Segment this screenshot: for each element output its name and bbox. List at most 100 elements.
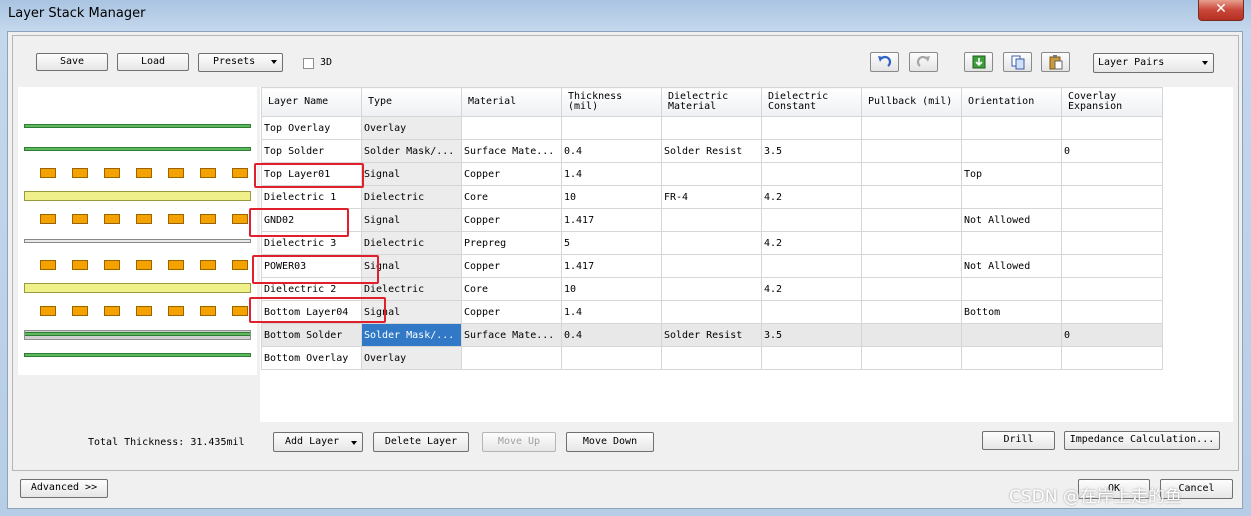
undo-button[interactable] xyxy=(870,52,899,72)
table-cell[interactable] xyxy=(861,346,962,370)
table-cell[interactable]: Bottom Overlay xyxy=(261,346,362,370)
table-cell[interactable] xyxy=(1061,162,1163,186)
table-cell[interactable]: Dielectric xyxy=(361,185,462,209)
import-layers-button[interactable] xyxy=(964,52,993,72)
column-header[interactable]: Dielectric Constant xyxy=(761,87,862,117)
table-cell[interactable]: 4.2 xyxy=(761,185,862,209)
advanced-button[interactable]: Advanced >> xyxy=(20,479,108,498)
table-cell[interactable]: 4.2 xyxy=(761,277,862,301)
table-row[interactable]: Bottom Overlay Overlay xyxy=(261,346,1163,370)
table-cell[interactable]: 1.4 xyxy=(561,300,662,324)
table-cell[interactable] xyxy=(661,346,762,370)
table-cell[interactable] xyxy=(661,300,762,324)
table-cell[interactable] xyxy=(661,231,762,255)
column-header[interactable]: Thickness (mil) xyxy=(561,87,662,117)
table-row[interactable]: Dielectric 3 Dielectric Prepreg 5 4.2 xyxy=(261,231,1163,255)
table-cell[interactable] xyxy=(961,231,1062,255)
column-header[interactable]: Type xyxy=(361,87,462,117)
table-cell[interactable]: Overlay xyxy=(361,116,462,140)
table-row[interactable]: Top Layer01 Signal Copper 1.4 Top xyxy=(261,162,1163,186)
table-cell[interactable]: 0.4 xyxy=(561,139,662,163)
table-cell[interactable]: 10 xyxy=(561,185,662,209)
table-cell[interactable]: 3.5 xyxy=(761,323,862,347)
3d-checkbox[interactable] xyxy=(303,58,314,69)
table-cell[interactable]: 3.5 xyxy=(761,139,862,163)
table-cell[interactable] xyxy=(661,162,762,186)
table-row[interactable]: Top Overlay Overlay xyxy=(261,116,1163,140)
table-cell[interactable]: Core xyxy=(461,185,562,209)
table-cell[interactable] xyxy=(861,185,962,209)
table-cell[interactable] xyxy=(1061,208,1163,232)
column-header[interactable]: Coverlay Expansion xyxy=(1061,87,1163,117)
table-cell[interactable] xyxy=(661,116,762,140)
table-cell[interactable]: Bottom xyxy=(961,300,1062,324)
delete-layer-button[interactable]: Delete Layer xyxy=(373,432,469,452)
table-cell[interactable]: Top Overlay xyxy=(261,116,362,140)
impedance-calculation-button[interactable]: Impedance Calculation... xyxy=(1064,431,1220,450)
table-cell[interactable] xyxy=(561,116,662,140)
table-cell[interactable]: Top Solder xyxy=(261,139,362,163)
table-cell[interactable]: Dielectric 1 xyxy=(261,185,362,209)
table-row[interactable]: Dielectric 2 Dielectric Core 10 4.2 xyxy=(261,277,1163,301)
table-cell[interactable] xyxy=(1061,231,1163,255)
table-cell[interactable] xyxy=(861,254,962,278)
table-cell[interactable] xyxy=(861,162,962,186)
table-cell[interactable] xyxy=(761,116,862,140)
table-cell[interactable]: 0.4 xyxy=(561,323,662,347)
table-cell[interactable]: 1.4 xyxy=(561,162,662,186)
table-cell[interactable] xyxy=(1061,116,1163,140)
table-cell[interactable] xyxy=(661,208,762,232)
table-cell[interactable]: 5 xyxy=(561,231,662,255)
table-cell[interactable]: Not Allowed xyxy=(961,208,1062,232)
table-row[interactable]: POWER03 Signal Copper 1.417 Not Allowed xyxy=(261,254,1163,278)
table-cell[interactable]: Overlay xyxy=(361,346,462,370)
table-row[interactable]: Bottom Layer04 Signal Copper 1.4 Bottom xyxy=(261,300,1163,324)
column-header[interactable]: Pullback (mil) xyxy=(861,87,962,117)
table-cell[interactable] xyxy=(861,277,962,301)
table-row[interactable]: GND02 Signal Copper 1.417 Not Allowed xyxy=(261,208,1163,232)
table-cell[interactable]: 1.417 xyxy=(561,254,662,278)
table-cell[interactable] xyxy=(861,208,962,232)
table-cell[interactable]: Top xyxy=(961,162,1062,186)
table-cell[interactable] xyxy=(1061,300,1163,324)
column-header[interactable]: Orientation xyxy=(961,87,1062,117)
column-header[interactable]: Layer Name xyxy=(261,87,362,117)
table-cell[interactable]: Bottom Solder xyxy=(261,323,362,347)
table-row[interactable]: Bottom Solder Solder Mask/... Surface Mate… xyxy=(261,323,1163,347)
table-cell[interactable]: Solder Resist xyxy=(661,323,762,347)
drill-button[interactable]: Drill xyxy=(982,431,1055,450)
table-cell[interactable]: Dielectric xyxy=(361,231,462,255)
table-cell[interactable] xyxy=(561,346,662,370)
save-button[interactable]: Save xyxy=(36,53,108,71)
move-up-button[interactable]: Move Up xyxy=(482,432,556,452)
table-cell[interactable] xyxy=(761,208,862,232)
table-cell[interactable] xyxy=(461,346,562,370)
table-cell[interactable]: Solder Mask/... xyxy=(361,323,462,347)
table-cell[interactable] xyxy=(1061,277,1163,301)
table-cell[interactable] xyxy=(661,254,762,278)
paste-button[interactable] xyxy=(1041,52,1070,72)
table-cell[interactable] xyxy=(461,116,562,140)
table-cell[interactable]: Copper xyxy=(461,162,562,186)
table-cell[interactable] xyxy=(961,346,1062,370)
table-cell[interactable] xyxy=(1061,346,1163,370)
table-cell[interactable] xyxy=(1061,185,1163,209)
table-cell[interactable]: FR-4 xyxy=(661,185,762,209)
column-header[interactable]: Material xyxy=(461,87,562,117)
load-button[interactable]: Load xyxy=(117,53,189,71)
table-cell[interactable]: Copper xyxy=(461,300,562,324)
table-cell[interactable] xyxy=(961,277,1062,301)
table-cell[interactable]: Solder Mask/... xyxy=(361,139,462,163)
table-cell[interactable] xyxy=(761,300,862,324)
table-cell[interactable]: Not Allowed xyxy=(961,254,1062,278)
table-cell[interactable]: Core xyxy=(461,277,562,301)
table-cell[interactable]: Solder Resist xyxy=(661,139,762,163)
table-cell[interactable]: 4.2 xyxy=(761,231,862,255)
table-row[interactable]: Top Solder Solder Mask/... Surface Mate...… xyxy=(261,139,1163,163)
table-cell[interactable]: Surface Mate... xyxy=(461,323,562,347)
table-cell[interactable] xyxy=(761,346,862,370)
table-cell[interactable] xyxy=(861,323,962,347)
table-cell[interactable] xyxy=(961,323,1062,347)
table-cell[interactable]: Signal xyxy=(361,208,462,232)
table-cell[interactable]: 10 xyxy=(561,277,662,301)
